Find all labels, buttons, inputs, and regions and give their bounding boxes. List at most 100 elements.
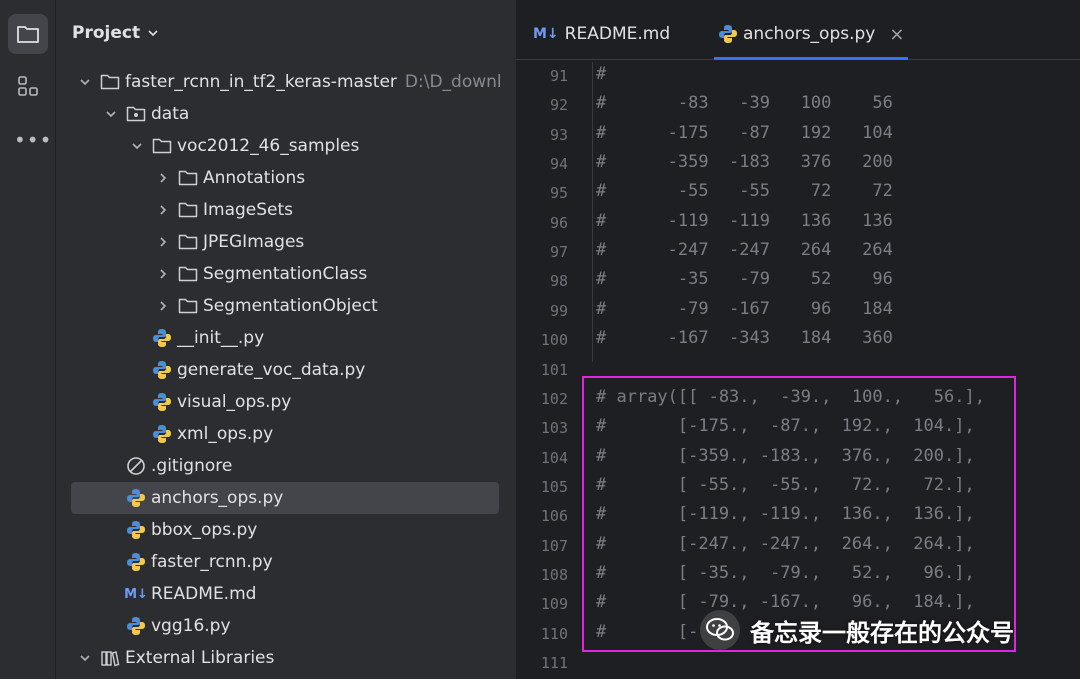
folder-icon [178,264,198,284]
package-folder-icon [126,104,146,124]
markdown-file-icon: M↓ [533,26,559,42]
chevron-right-icon[interactable] [154,265,172,283]
code-line: # -247 -247 264 264 [596,240,893,261]
code-line: # -167 -343 184 360 [596,328,893,349]
structure-tool-button[interactable] [8,66,48,106]
markdown-file-icon: M↓ [124,586,148,602]
folder-icon [178,168,198,188]
code-line: # -83 -39 100 56 [596,93,893,114]
folder-icon [100,72,120,92]
tree-item-vgg16-py[interactable]: vgg16.py [56,610,516,642]
python-file-icon [152,328,172,348]
activity-bar: ••• [0,0,56,679]
folder-icon [178,200,198,220]
chevron-down-icon[interactable] [128,137,146,155]
folder-icon [178,232,198,252]
folder-icon [152,136,172,156]
tree-item-label: JPEGImages [203,232,305,252]
tree-item-xml-ops-py[interactable]: xml_ops.py [56,418,516,450]
python-file-icon [126,488,146,508]
folder-icon [178,296,198,316]
tree-item-imagesets[interactable]: ImageSets [56,194,516,226]
tree-item-label: xml_ops.py [177,424,274,444]
line-number: 93 [549,125,568,144]
code-line: # -55 -55 72 72 [596,181,893,202]
tree-item-faster-rcnn-in-tf2-keras-master[interactable]: faster_rcnn_in_tf2_keras-master D:\D_down… [56,66,516,98]
tab-anchors-ops[interactable]: anchors_ops.py × [713,12,909,60]
fold-guide [592,62,593,362]
line-number: 95 [549,184,568,203]
tree-item-bbox-ops-py[interactable]: bbox_ops.py [56,514,516,546]
tree-item-voc2012-46-samples[interactable]: voc2012_46_samples [56,130,516,162]
chevron-down-icon[interactable] [76,649,94,667]
tree-item-readme-md[interactable]: M↓ README.md [56,578,516,610]
code-line: # -79 -167 96 184 [596,298,893,319]
tree-item-segmentationclass[interactable]: SegmentationClass [56,258,516,290]
tree-item-segmentationobject[interactable]: SegmentationObject [56,290,516,322]
line-number: 104 [540,448,568,467]
line-number: 98 [549,272,568,291]
wechat-icon [700,610,740,650]
tree-item-label: SegmentationClass [203,264,368,284]
editor-tab-bar: M↓ README.md anchors_ops.py × [516,0,1080,60]
watermark: 备忘录一般存在的公众号 [700,608,1014,652]
watermark-text: 备忘录一般存在的公众号 [750,618,1014,647]
line-number: 91 [549,67,568,85]
project-tool-button[interactable] [8,14,48,54]
tree-item-data[interactable]: data [56,98,516,130]
tree-item-label: voc2012_46_samples [177,136,360,156]
tree-item-label: External Libraries [125,648,275,668]
tree-item-gitignore[interactable]: .gitignore [56,450,516,482]
line-number: 111 [540,654,568,672]
line-number: 96 [549,213,568,232]
tab-readme[interactable]: M↓ README.md [533,12,670,56]
ignore-file-icon [126,456,146,476]
python-file-icon [718,24,738,44]
more-tools-icon[interactable]: ••• [14,128,51,152]
line-number: 105 [540,477,568,496]
code-line: # -359 -183 376 200 [596,152,893,173]
line-number: 94 [549,155,568,174]
chevron-down-icon[interactable] [76,73,94,91]
line-number: 107 [540,536,568,555]
tree-item-init-py[interactable]: __init__.py [56,322,516,354]
chevron-right-icon[interactable] [154,297,172,315]
python-file-icon [126,616,146,636]
chevron-right-icon[interactable] [154,169,172,187]
tree-item-label: data [151,104,190,124]
python-file-icon [152,360,172,380]
tree-item-label: README.md [151,584,257,604]
tree-item-label: generate_voc_data.py [177,360,366,380]
code-line: # [596,64,607,84]
line-number: 110 [540,624,568,643]
tree-item-generate-voc-data-py[interactable]: generate_voc_data.py [56,354,516,386]
tree-item-anchors-ops-py[interactable]: anchors_ops.py [71,482,499,514]
tree-item-jpegimages[interactable]: JPEGImages [56,226,516,258]
line-number: 102 [540,389,568,408]
tree-item-external-libraries[interactable]: External Libraries [56,642,516,674]
chevron-right-icon[interactable] [154,201,172,219]
python-file-icon [152,424,172,444]
tree-item-label: Annotations [203,168,306,188]
line-number: 108 [540,565,568,584]
project-panel-header[interactable]: Project [72,20,160,46]
chevron-right-icon[interactable] [154,233,172,251]
python-file-icon [152,392,172,412]
tab-label: anchors_ops.py [743,24,876,44]
structure-icon [18,76,38,96]
tree-item-label: .gitignore [151,456,233,476]
tree-item-label: vgg16.py [151,616,231,636]
chevron-down-icon[interactable] [102,105,120,123]
line-number: 109 [540,595,568,614]
tree-item-visual-ops-py[interactable]: visual_ops.py [56,386,516,418]
tree-item-faster-rcnn-py[interactable]: faster_rcnn.py [56,546,516,578]
close-icon[interactable]: × [889,24,904,45]
tree-item-annotations[interactable]: Annotations [56,162,516,194]
line-number: 97 [549,243,568,262]
line-number: 103 [540,419,568,438]
code-line: # -119 -119 136 136 [596,210,893,231]
